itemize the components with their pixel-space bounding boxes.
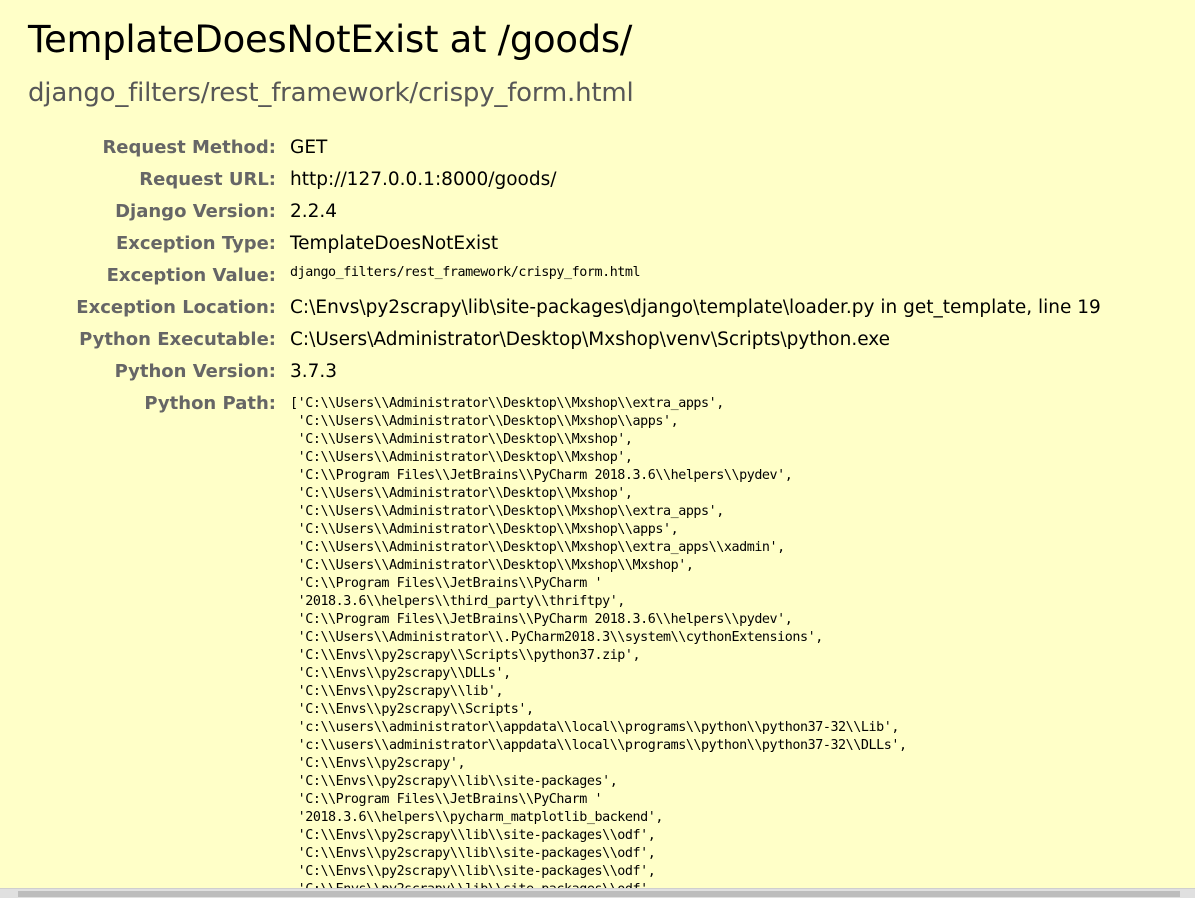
python-path-entry: 'C:\\Users\\Administrator\\Desktop\\Mxsh… [290, 503, 725, 519]
python-path-entry: 'C:\\Users\\Administrator\\Desktop\\Mxsh… [290, 557, 694, 573]
meta-label: Python Executable: [79, 328, 276, 350]
meta-row-request-method: Request Method: GET [28, 132, 1101, 164]
meta-value: GET [290, 136, 328, 158]
python-path-entry: 'C:\\Envs\\py2scrapy\\lib', [290, 683, 504, 699]
python-path-entry: 'C:\\Program Files\\JetBrains\\PyCharm ' [290, 575, 603, 591]
python-path-entry: 'C:\\Envs\\py2scrapy', [290, 755, 466, 771]
meta-label: Django Version: [115, 200, 276, 222]
python-path-entry: 'C:\\Users\\Administrator\\Desktop\\Mxsh… [290, 485, 633, 501]
meta-row-exception-value: Exception Value: django_filters/rest_fra… [28, 260, 1101, 292]
page-title: TemplateDoesNotExist at /goods/ [28, 18, 633, 61]
meta-value: 2.2.4 [290, 200, 338, 222]
python-path-entry: '2018.3.6\\helpers\\pycharm_matplotlib_b… [290, 809, 664, 825]
meta-row-request-url: Request URL: http://127.0.0.1:8000/goods… [28, 164, 1101, 196]
python-path-entry: 'C:\\Program Files\\JetBrains\\PyCharm 2… [290, 611, 793, 627]
python-path-entry: 'c:\\users\\administrator\\appdata\\loca… [290, 719, 900, 735]
meta-value: ['C:\\Users\\Administrator\\Desktop\\Mxs… [290, 388, 1101, 898]
exception-value-heading: django_filters/rest_framework/crispy_for… [28, 78, 634, 109]
python-path-list: ['C:\\Users\\Administrator\\Desktop\\Mxs… [290, 388, 1101, 898]
meta-row-exception-location: Exception Location: C:\Envs\py2scrapy\li… [28, 292, 1101, 324]
python-path-entry: 'C:\\Users\\Administrator\\Desktop\\Mxsh… [290, 413, 679, 429]
python-path-entry: 'C:\\Envs\\py2scrapy\\DLLs', [290, 665, 512, 681]
meta-label: Exception Type: [115, 232, 276, 254]
meta-value: 3.7.3 [290, 360, 338, 382]
meta-row-python-executable: Python Executable: C:\Users\Administrato… [28, 324, 1101, 356]
python-path-entry: 'C:\\Envs\\py2scrapy\\Scripts', [290, 701, 534, 717]
meta-label: Request URL: [139, 168, 276, 190]
python-path-entry: 'C:\\Users\\Administrator\\Desktop\\Mxsh… [290, 539, 786, 555]
python-path-entry: 'C:\\Envs\\py2scrapy\\lib\\site-packages… [290, 827, 656, 843]
error-summary: TemplateDoesNotExist at /goods/ django_f… [0, 0, 1195, 898]
meta-row-python-version: Python Version: 3.7.3 [28, 356, 1101, 388]
python-path-entry: 'C:\\Program Files\\JetBrains\\PyCharm 2… [290, 467, 793, 483]
python-path-entry: 'C:\\Users\\Administrator\\.PyCharm2018.… [290, 629, 824, 645]
request-meta-table: Request Method: GET Request URL: http://… [28, 132, 1101, 898]
meta-value: C:\Users\Administrator\Desktop\Mxshop\ve… [290, 328, 891, 350]
python-path-entry: 'C:\\Envs\\py2scrapy\\Scripts\\python37.… [290, 647, 641, 663]
meta-row-django-version: Django Version: 2.2.4 [28, 196, 1101, 228]
python-path-entry: '2018.3.6\\helpers\\third_party\\thriftp… [290, 593, 626, 609]
python-path-entry: 'C:\\Users\\Administrator\\Desktop\\Mxsh… [290, 431, 633, 447]
meta-label: Exception Value: [106, 264, 276, 286]
python-path-entry: 'C:\\Envs\\py2scrapy\\lib\\site-packages… [290, 845, 656, 861]
meta-label: Python Version: [114, 360, 276, 382]
meta-value: C:\Envs\py2scrapy\lib\site-packages\djan… [290, 296, 1101, 318]
meta-value: http://127.0.0.1:8000/goods/ [290, 168, 557, 190]
meta-label: Python Path: [144, 392, 276, 414]
meta-row-python-path: Python Path: ['C:\\Users\\Administrator\… [28, 388, 1101, 898]
python-path-entry: 'c:\\users\\administrator\\appdata\\loca… [290, 737, 907, 753]
horizontal-scrollbar[interactable] [0, 888, 1195, 898]
meta-value: django_filters/rest_framework/crispy_for… [290, 260, 1101, 292]
python-path-entry: 'C:\\Program Files\\JetBrains\\PyCharm ' [290, 791, 603, 807]
python-path-entry: 'C:\\Users\\Administrator\\Desktop\\Mxsh… [290, 449, 633, 465]
exception-value-pre: django_filters/rest_framework/crispy_for… [290, 264, 641, 280]
python-path-entry: 'C:\\Users\\Administrator\\Desktop\\Mxsh… [290, 521, 679, 537]
meta-row-exception-type: Exception Type: TemplateDoesNotExist [28, 228, 1101, 260]
meta-label: Request Method: [102, 136, 276, 158]
python-path-entry: ['C:\\Users\\Administrator\\Desktop\\Mxs… [290, 395, 724, 411]
python-path-entry: 'C:\\Envs\\py2scrapy\\lib\\site-packages… [290, 863, 656, 879]
scrollbar-thumb[interactable] [18, 891, 1180, 897]
python-path-entry: 'C:\\Envs\\py2scrapy\\lib\\site-packages… [290, 773, 618, 789]
meta-value: TemplateDoesNotExist [290, 232, 499, 254]
meta-label: Exception Location: [76, 296, 276, 318]
